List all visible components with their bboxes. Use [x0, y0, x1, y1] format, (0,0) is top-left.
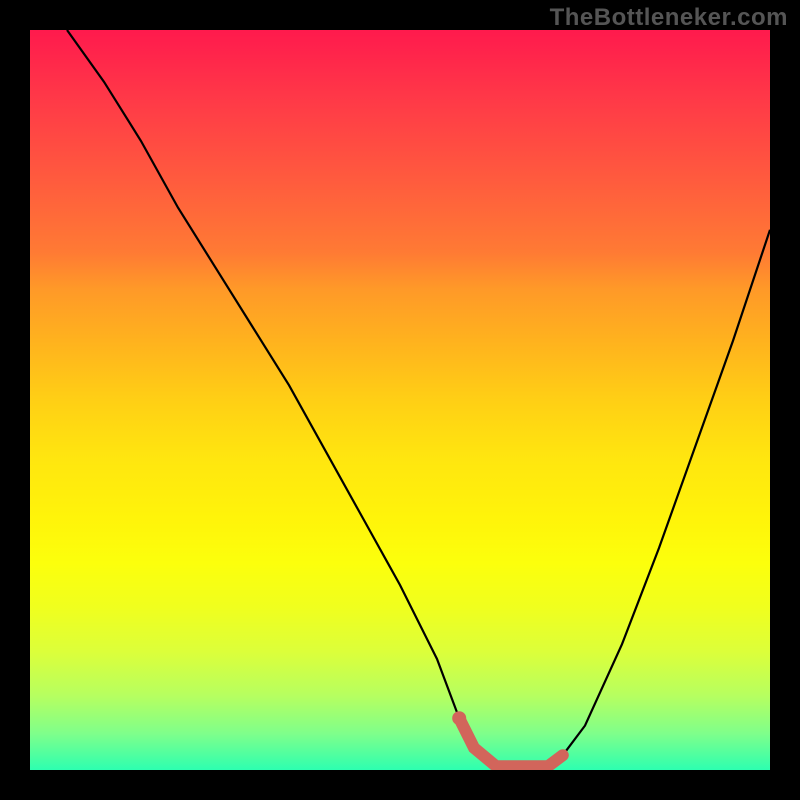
optimal-start-dot	[452, 711, 466, 725]
watermark-text: TheBottleneker.com	[550, 4, 788, 32]
plot-area	[30, 30, 770, 770]
optimal-segment-highlight	[459, 718, 563, 766]
chart-frame: TheBottleneker.com	[0, 0, 800, 800]
bottleneck-curve-path	[67, 30, 770, 766]
chart-overlay	[30, 30, 770, 770]
